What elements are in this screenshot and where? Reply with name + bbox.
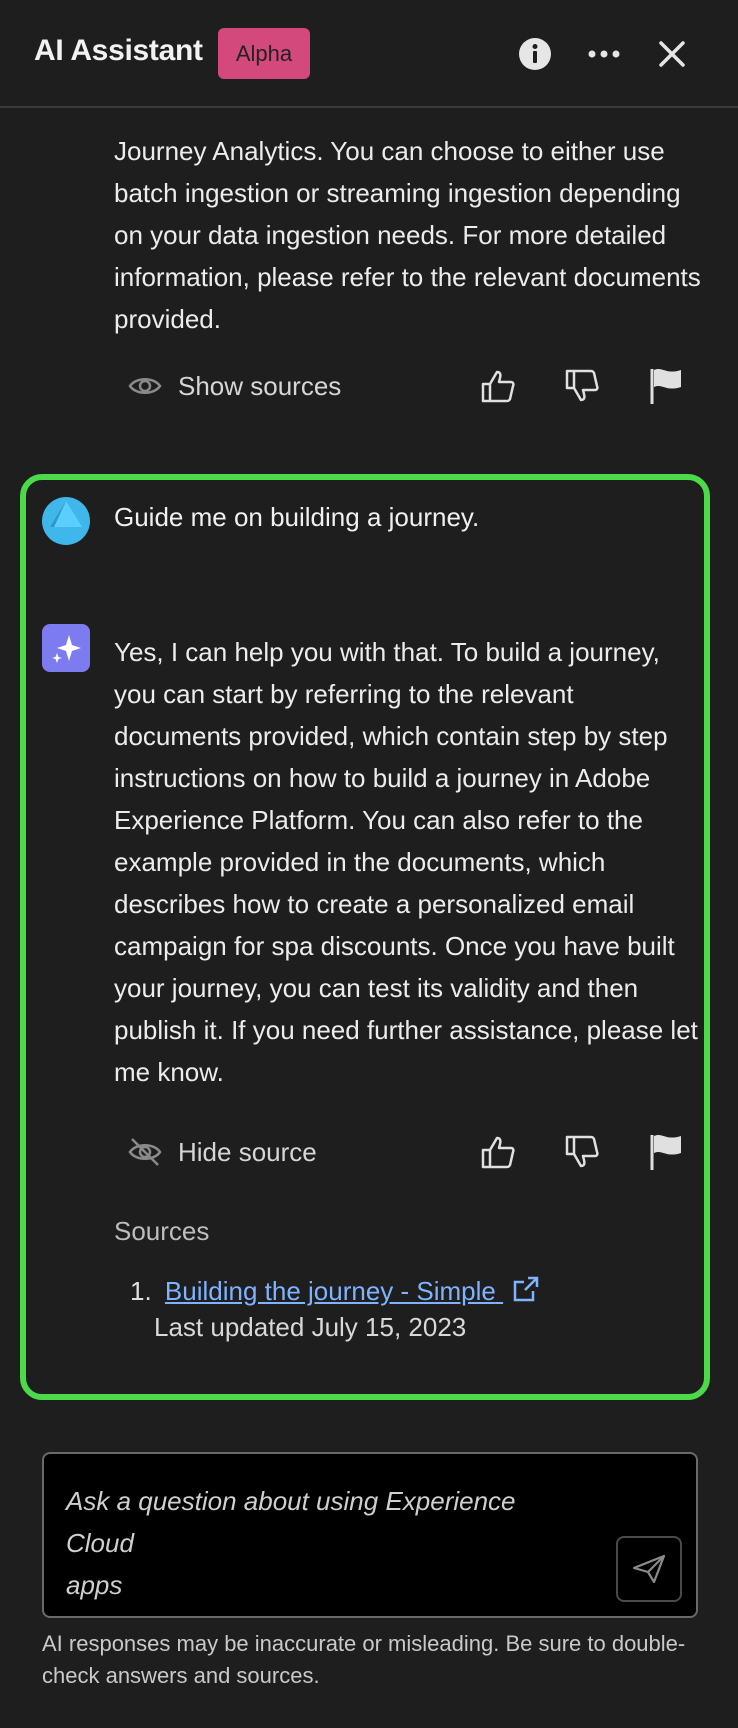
flag-icon (650, 368, 681, 404)
eye-icon (128, 378, 162, 394)
ai-response-line: you can start by referring to the releva… (114, 679, 574, 709)
info-button[interactable] (511, 30, 559, 78)
ai-response-actions: Hide source (114, 1122, 694, 1182)
hide-source-label: Hide source (178, 1136, 317, 1167)
sparkle-icon (52, 635, 81, 663)
previous-response-actions: Show sources (114, 356, 694, 416)
source-item: 1. Building the journey - Simple (130, 1270, 541, 1312)
ai-response-line: your journey, you can test its validity … (114, 973, 639, 1003)
thumbs-down-button[interactable] (560, 1130, 604, 1174)
thumbs-up-button[interactable] (476, 1130, 520, 1174)
info-icon (519, 38, 551, 70)
more-options-button[interactable] (580, 30, 628, 78)
thumbs-down-icon (565, 1135, 599, 1168)
placeholder-line: apps (66, 1570, 123, 1600)
ai-response-line: Yes, I can help you with that. To build … (114, 637, 660, 667)
panel-title: AI Assistant (34, 34, 203, 67)
source-link[interactable]: Building the journey - Simple (165, 1276, 503, 1306)
flag-button[interactable] (644, 364, 688, 408)
disclaimer-line: AI responses may be inaccurate or mislea… (42, 1631, 686, 1656)
user-message: Guide me on building a journey. (114, 502, 480, 532)
ai-response-line: campaign for spa discounts. Once you hav… (114, 931, 675, 961)
eye-off-icon (128, 1138, 162, 1166)
ai-response-line: me know. (114, 1057, 224, 1087)
source-link-label: Building the journey - Simple (164, 1276, 496, 1306)
previous-response-line: Journey Analytics. You can choose to eit… (114, 136, 665, 166)
disclaimer-line: check answers and sources. (42, 1663, 320, 1688)
close-icon (659, 41, 685, 67)
ai-response-line: Experience Platform. You can also refer … (114, 805, 643, 835)
external-link-icon[interactable] (511, 1274, 541, 1304)
ai-response-line: describes how to create a personalized e… (114, 889, 635, 919)
close-button[interactable] (648, 30, 696, 78)
ai-avatar (42, 624, 90, 672)
ai-response-line: documents provided, which contain step b… (114, 721, 668, 751)
send-button[interactable] (616, 1536, 682, 1602)
source-updated-date: Last updated July 15, 2023 (154, 1312, 467, 1342)
alpha-badge: Alpha (218, 28, 310, 79)
assistant-header: AI Assistant Alpha (0, 0, 738, 108)
show-sources-button[interactable]: Show sources (128, 356, 341, 416)
sources-heading: Sources (114, 1216, 210, 1246)
flag-icon (650, 1134, 681, 1170)
previous-response-line: batch ingestion or streaming ingestion d… (114, 178, 681, 208)
flag-button[interactable] (644, 1130, 688, 1174)
placeholder-line: Ask a question about using Experience Cl… (66, 1486, 516, 1558)
user-avatar-icon (42, 497, 90, 545)
question-placeholder[interactable]: Ask a question about using Experience Cl… (66, 1480, 586, 1606)
ai-response-line: instructions on how to build a journey i… (114, 763, 651, 793)
thumbs-up-icon (481, 1136, 515, 1169)
hide-source-button[interactable]: Hide source (128, 1122, 317, 1182)
question-input[interactable]: Ask a question about using Experience Cl… (42, 1452, 698, 1618)
ai-response-line: example provided in the documents, which (114, 847, 606, 877)
thumbs-down-icon (565, 369, 599, 402)
disclaimer: AI responses may be inaccurate or mislea… (42, 1628, 702, 1692)
user-avatar (42, 497, 90, 545)
previous-response: Journey Analytics. You can choose to eit… (114, 108, 714, 340)
previous-response-line: on your data ingestion needs. For more d… (114, 220, 667, 250)
thumbs-up-button[interactable] (476, 364, 520, 408)
send-icon (632, 1554, 666, 1584)
thumbs-up-icon (481, 370, 515, 403)
more-icon (588, 50, 620, 58)
source-number: 1. (130, 1276, 152, 1306)
show-sources-label: Show sources (178, 370, 342, 401)
ai-response-line: publish it. If you need further assistan… (114, 1015, 698, 1045)
thumbs-down-button[interactable] (560, 364, 604, 408)
previous-response-line: information, please refer to the relevan… (114, 262, 701, 292)
ai-response: Yes, I can help you with that. To build … (114, 631, 714, 1093)
previous-response-line: provided. (114, 304, 221, 334)
